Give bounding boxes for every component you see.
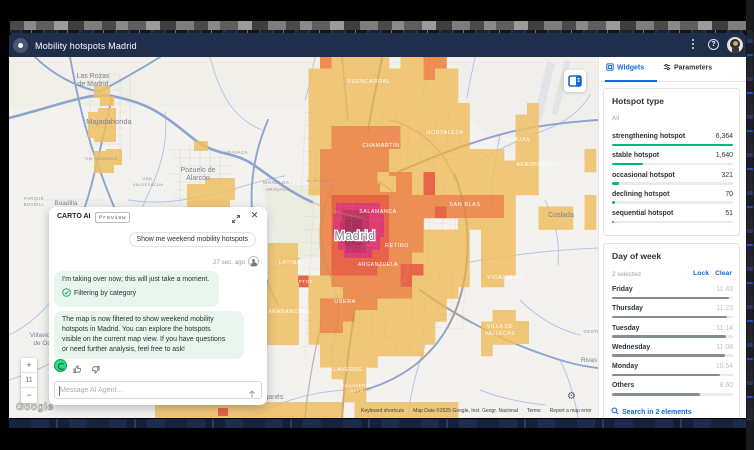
svg-text:VALDESACUA: VALDESACUA [133,182,164,187]
svg-text:BOADILL: BOADILL [24,202,45,207]
svg-text:OESTE: OESTE [584,329,598,334]
svg-text:EL PLANTÍO: EL PLANTÍO [307,178,334,183]
svg-text:Coslada: Coslada [548,212,574,219]
svg-text:CARABANCHEL: CARABANCHEL [263,309,310,315]
svg-text:Las Rozas: Las Rozas [76,73,110,80]
svg-text:HORTALEZA: HORTALEZA [426,130,463,136]
svg-text:VICÁLVARO: VICÁLVARO [487,274,522,281]
svg-text:ARAVACA: ARAVACA [266,187,291,192]
svg-text:THE CORNERS: THE CORNERS [84,156,118,161]
svg-text:SAN BLAS: SAN BLAS [449,202,480,208]
svg-text:LATINA: LATINA [279,260,301,266]
svg-text:PTOS: PTOS [299,279,314,284]
svg-text:Alarcón: Alarcón [186,175,210,182]
svg-text:MONCLOA -: MONCLOA - [263,180,292,185]
svg-text:BARAJAS: BARAJAS [502,137,531,143]
svg-text:VALLECAS: VALLECAS [485,331,515,337]
svg-text:PARQUE: PARQUE [24,196,44,201]
svg-text:AEROPUERTO: AEROPUERTO [517,162,558,168]
svg-text:Madrid: Madrid [334,229,375,243]
svg-text:URB.: URB. [142,176,153,181]
svg-text:CHAMARTÍN: CHAMARTÍN [362,142,399,149]
svg-text:Majadahonda: Majadahonda [86,117,132,126]
svg-text:ARGANZUELA: ARGANZUELA [358,262,398,268]
svg-text:VILLA DE: VILLA DE [487,324,514,330]
svg-text:Boadilla: Boadilla [54,200,78,207]
svg-text:FUENCARRAL: FUENCARRAL [348,79,391,85]
svg-text:RETIRO: RETIRO [385,243,409,249]
svg-text:ALTO: ALTO [351,388,364,393]
svg-text:Pozuelo de: Pozuelo de [180,167,215,174]
svg-text:Rivas: Rivas [581,357,598,364]
svg-text:ARAVACA: ARAVACA [224,150,249,155]
svg-text:SALAMANCA: SALAMANCA [359,209,396,215]
svg-text:de Madrid: de Madrid [77,81,108,88]
svg-text:VILLAVERDE: VILLAVERDE [324,367,363,373]
svg-text:USERA: USERA [334,299,356,305]
